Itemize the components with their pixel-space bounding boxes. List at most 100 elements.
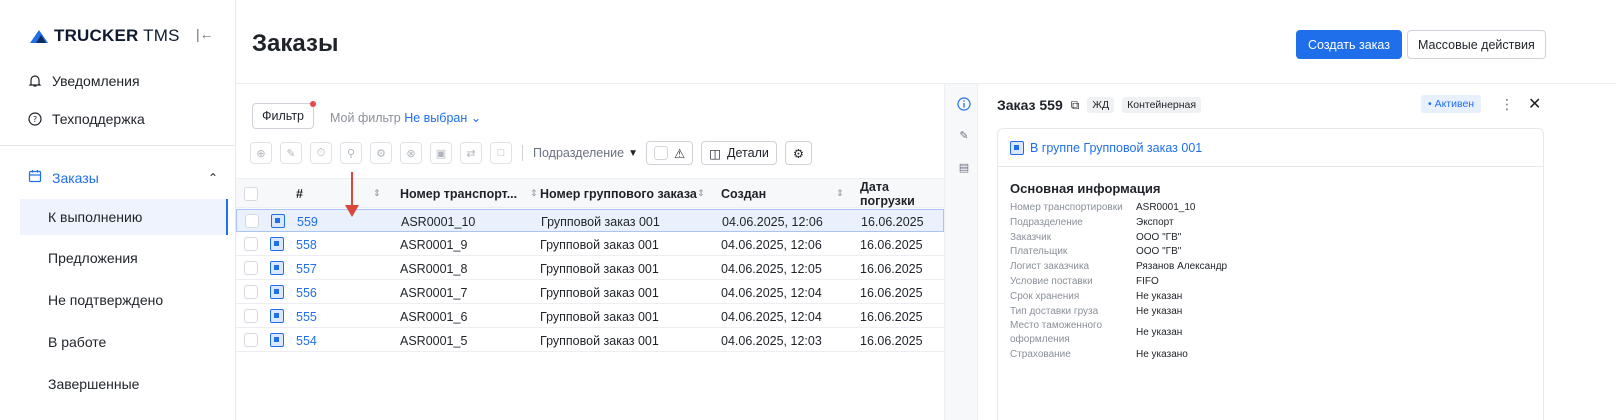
group-order-icon [270,237,284,251]
close-icon[interactable]: ✕ [1528,94,1541,114]
table-row[interactable]: 556 ASR0001_7 Групповой заказ 001 04.06.… [236,281,944,304]
sidebar-item-unconfirmed[interactable]: Не подтверждено [20,282,228,318]
chevron-down-icon: ⌄ [467,111,482,125]
column-header-group[interactable]: Номер группового заказа [540,179,697,209]
collapse-sidebar-icon[interactable]: |← [196,26,214,42]
row-checkbox[interactable] [245,214,259,228]
swap-icon[interactable]: ⇄ [460,142,482,164]
gear-icon: ⚙ [792,146,805,161]
sidebar-item-in-progress[interactable]: В работе [20,324,228,360]
table-row[interactable]: 557 ASR0001_8 Групповой заказ 001 04.06.… [236,257,944,280]
column-header-id[interactable]: # [296,179,303,209]
tag-container: Контейнерная [1122,97,1202,113]
order-detail-panel: Заказ 559 ⧉ ЖД Контейнерная • Активен ⋮ … [978,84,1616,420]
group-order-icon [270,261,284,275]
warning-icon: ⚠ [674,146,686,161]
timer-icon[interactable]: ⏱ [310,142,332,164]
svg-text:?: ? [33,115,37,124]
info-row: Страхование Не указано [1010,348,1188,360]
info-row: Подразделение Экспорт [1010,216,1174,228]
warning-checkbox[interactable] [654,146,668,160]
info-icon[interactable] [957,97,971,111]
wrench-icon[interactable]: ✎ [280,142,302,164]
group-order-link[interactable]: В группе Групповой заказ 001 [1010,141,1202,155]
sidebar-item-completed[interactable]: Завершенные [20,366,228,402]
bulk-actions-button[interactable]: Массовые действия [1407,30,1546,59]
logo[interactable]: TRUCKER TMS [30,26,180,46]
info-row: Логист заказчика Рязанов Александр [1010,261,1228,273]
main-info-title: Основная информация [1010,181,1161,196]
column-header-created[interactable]: Создан [721,179,766,209]
logo-mark-icon [30,29,48,43]
chevron-up-icon[interactable]: ⌃ [208,171,218,185]
status-badge: • Активен [1421,95,1482,113]
tag-rail: ЖД [1087,97,1115,113]
ungroup-icon[interactable]: □ [490,142,512,164]
annotation-arrow-icon [345,172,359,217]
sidebar-item-support[interactable]: ? Техподдержка [28,111,145,127]
sidebar: TRUCKER TMS |← Уведомления ? Техподдержк… [0,0,236,420]
document-icon[interactable]: ▤ [957,160,971,174]
row-checkbox[interactable] [244,309,258,323]
row-checkbox[interactable] [244,261,258,275]
table-header: # ⇕ Номер транспорт... ⇕ Номер групповог… [236,178,944,208]
table-row[interactable]: 558 ASR0001_9 Групповой заказ 001 04.06.… [236,233,944,256]
group-icon[interactable]: ▣ [430,142,452,164]
panel-icon: ◫ [709,146,722,161]
target-icon[interactable]: ⊕ [250,142,272,164]
info-row: Срок хранения Не указан [1010,290,1183,302]
table-row[interactable]: 554 ASR0001_5 Групповой заказ 001 04.06.… [236,329,944,352]
sort-icon[interactable]: ⇕ [530,188,538,199]
info-row: Плательщик ООО "ГВ" [1010,246,1182,258]
more-options-icon[interactable]: ⋮ [1500,96,1514,113]
info-row: Место таможенного оформления Не указан [1010,320,1183,345]
warning-filter[interactable]: ⚠ [646,141,694,165]
group-order-icon [271,214,285,228]
detail-rail: ✎ ▤ [944,84,978,420]
group-order-icon [270,309,284,323]
sort-icon[interactable]: ⇕ [697,188,705,199]
settings-check-icon[interactable]: ⚙ [370,142,392,164]
sidebar-item-to-execute[interactable]: К выполнению [20,199,228,235]
table-row[interactable]: 559 ASR0001_10 Групповой заказ 001 04.06… [236,209,944,232]
info-row: Тип доставки груза Не указан [1010,305,1183,317]
sort-icon[interactable]: ⇕ [373,188,381,199]
calendar-icon [28,169,42,186]
table-toolbar: ⊕ ✎ ⏱ ⚲ ⚙ ⊗ ▣ ⇄ □ Подразделение ▼ ⚠ ◫ Де… [250,141,813,165]
zoom-icon[interactable]: ⚲ [340,142,362,164]
details-button[interactable]: ◫ Детали [701,141,777,165]
table-settings-button[interactable]: ⚙ [784,141,813,165]
cancel-icon[interactable]: ⊗ [400,142,422,164]
filter-active-dot [310,101,316,107]
column-header-transport[interactable]: Номер транспорт... [400,179,517,209]
subdivision-select[interactable]: Подразделение ▼ [533,146,638,160]
info-row: Условие поставки FIFO [1010,275,1159,287]
row-checkbox[interactable] [244,333,258,347]
filter-button[interactable]: Фильтр [252,101,316,129]
order-detail-title: Заказ 559 ⧉ ЖД Контейнерная [997,97,1202,113]
order-info-card: В группе Групповой заказ 001 Основная ин… [997,128,1544,420]
row-checkbox[interactable] [244,237,258,251]
group-order-icon [270,333,284,347]
copy-icon[interactable]: ⧉ [1071,98,1080,113]
sidebar-item-offers[interactable]: Предложения [20,240,228,276]
main-info-list: Номер транспортировки ASR0001_10 Подразде… [1010,201,1530,362]
group-order-icon [270,285,284,299]
row-checkbox[interactable] [244,285,258,299]
info-row: Заказчик ООО "ГВ" [1010,231,1182,243]
table-row[interactable]: 555 ASR0001_6 Групповой заказ 001 04.06.… [236,305,944,328]
chevron-down-icon: ▼ [628,147,638,159]
column-header-load-date[interactable]: Дата погрузки [860,179,944,209]
sidebar-item-notifications[interactable]: Уведомления [28,73,140,89]
page-title: Заказы [252,30,339,57]
group-order-icon [1010,141,1024,155]
create-order-button[interactable]: Создать заказ [1296,30,1402,59]
bell-icon [28,74,42,88]
sidebar-section-orders[interactable]: Заказы ⌃ [28,169,218,186]
sort-icon[interactable]: ⇕ [836,188,844,199]
my-filter-selector[interactable]: Мой фильтр Не выбран ⌄ [330,110,481,125]
info-row: Номер транспортировки ASR0001_10 [1010,202,1196,213]
help-icon: ? [28,112,42,126]
wrench-icon[interactable]: ✎ [957,128,971,142]
select-all-checkbox[interactable] [244,187,258,201]
